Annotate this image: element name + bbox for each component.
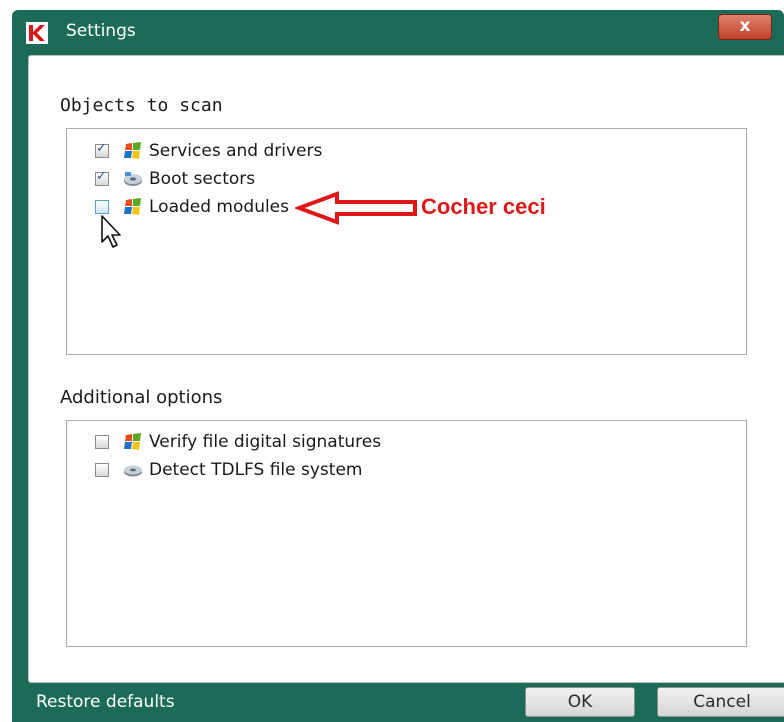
disk-icon [124, 172, 142, 186]
boot-sectors-label: Boot sectors [149, 169, 256, 189]
additional-options-list: Verify file digital signatures Detect TD… [66, 420, 747, 647]
objects-to-scan-list: Services and drivers Boot sectors [66, 128, 747, 355]
restore-defaults-link[interactable]: Restore defaults [36, 692, 175, 712]
loaded-modules-checkbox[interactable] [95, 200, 109, 214]
window-title: Settings [66, 21, 136, 41]
kaspersky-k-icon [26, 22, 48, 44]
list-item-boot-sectors[interactable]: Boot sectors [95, 167, 255, 191]
list-item-detect-tdlfs[interactable]: Detect TDLFS file system [95, 458, 362, 482]
windows-flag-icon [124, 433, 141, 450]
settings-window: Settings x Objects to scan Services and … [12, 10, 784, 722]
additional-options-heading: Additional options [60, 387, 223, 408]
objects-to-scan-heading: Objects to scan [60, 95, 223, 116]
services-drivers-label: Services and drivers [149, 141, 323, 161]
list-item-verify-signatures[interactable]: Verify file digital signatures [95, 430, 381, 454]
ok-button[interactable]: OK [525, 687, 635, 717]
title-bar: Settings x [12, 10, 784, 52]
loaded-modules-label: Loaded modules [149, 197, 290, 217]
verify-signatures-checkbox[interactable] [95, 435, 109, 449]
disk-icon [124, 465, 142, 477]
services-drivers-checkbox[interactable] [95, 141, 109, 158]
close-button[interactable]: x [718, 14, 772, 40]
list-item-services-drivers[interactable]: Services and drivers [95, 139, 322, 163]
detect-tdlfs-label: Detect TDLFS file system [149, 460, 363, 480]
verify-signatures-label: Verify file digital signatures [149, 432, 382, 452]
red-arrow-annotation [295, 191, 417, 225]
detect-tdlfs-checkbox[interactable] [95, 463, 109, 477]
settings-content: Objects to scan Services and drivers [28, 55, 784, 683]
annotation-text: Cocher ceci [421, 194, 546, 219]
windows-flag-icon [124, 198, 141, 215]
windows-flag-icon [124, 142, 141, 159]
cancel-button[interactable]: Cancel [657, 687, 784, 717]
boot-sectors-checkbox[interactable] [95, 169, 109, 186]
mouse-cursor-icon [101, 215, 121, 248]
